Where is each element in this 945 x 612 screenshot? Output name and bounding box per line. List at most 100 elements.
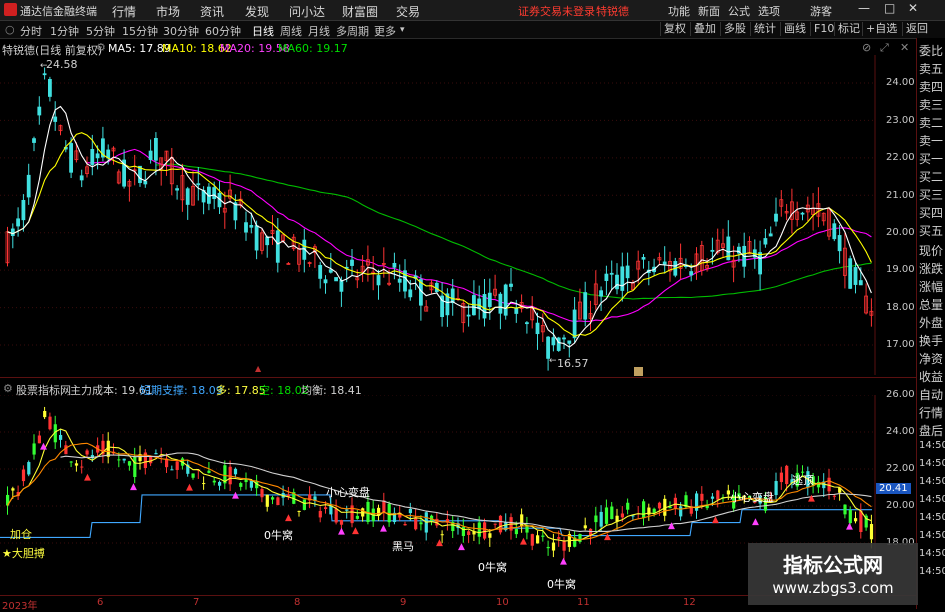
overlay-button[interactable]: 叠加 [690,22,719,36]
login-warning[interactable]: 证券交易未登录 [518,3,595,19]
indicator-candle-body [710,496,715,499]
candle-body [503,284,508,316]
candle-body [572,309,577,339]
menu-item-wealth-circle[interactable]: 财富圈 [342,3,378,20]
tab-period-30min[interactable]: 30分钟 [163,23,199,39]
indicator-candle-body [483,522,487,539]
panel-time: 14:50 [919,458,945,469]
minimize-icon[interactable]: — [858,1,870,15]
close-icon[interactable]: ✕ [908,1,918,15]
panel-item-buy2[interactable]: 买二 [919,168,943,185]
draw-line-button[interactable]: 画线 [780,22,809,36]
indicator-candle-body [541,535,545,537]
indicator-candle-body [249,480,253,488]
indicator-candle-body [212,480,216,483]
candle-body [53,116,58,122]
panel-item-after-hours[interactable]: 盘后 [919,422,943,439]
menu-item-new-page[interactable]: 新面 [698,3,720,19]
menu-item-options[interactable]: 选项 [758,3,780,19]
tab-period-daily[interactable]: 日线 [252,23,274,39]
multi-stock-button[interactable]: 多股 [720,22,749,36]
panel-item-buy1[interactable]: 买一 [919,150,943,167]
tab-period-1min[interactable]: 1分钟 [50,23,79,39]
panel-item-price[interactable]: 现价 [919,242,943,259]
indicator-candle-body [832,495,836,497]
candle-body [318,264,323,279]
candle-body [244,222,248,233]
menu-item-ask[interactable]: 问小达 [289,3,325,20]
add-watchlist-button[interactable]: +自选 [862,22,900,36]
menu-item-market-quotes[interactable]: 行情 [112,3,136,20]
indicator-candle-body [64,445,68,455]
panel-item-buy4[interactable]: 买四 [919,204,943,221]
quote-side-panel: 委比 卖五 卖四 卖三 卖二 卖一 买一 买二 买三 买四 买五 现价 涨跌 涨… [916,38,945,609]
tab-period-weekly[interactable]: 周线 [280,23,302,39]
indicator-candle-body [620,513,624,518]
panel-item-quote[interactable]: 行情 [919,404,943,421]
indicator-candle-body [536,535,540,544]
candle-body [376,275,381,286]
menu-item-formula[interactable]: 公式 [728,3,750,19]
panel-item-sell5[interactable]: 卖五 [919,60,943,77]
candle-body [535,322,540,335]
panel-item-buy5[interactable]: 买五 [919,222,943,239]
candle-body [265,236,270,246]
tab-period-monthly[interactable]: 月线 [308,23,330,39]
panel-item-order-ratio[interactable]: 委比 [919,42,943,59]
menu-item-function[interactable]: 功能 [668,3,690,19]
adjust-button[interactable]: 复权 [660,22,689,36]
menu-item-discover[interactable]: 发现 [245,3,269,20]
watermark-box: 指标公式网 www.zbgs3.com [748,543,918,605]
settings-gear-icon[interactable]: ⚙ [96,41,106,54]
close-panel-icon[interactable]: ✕ [900,41,909,54]
panel-item-sell4[interactable]: 卖四 [919,78,943,95]
candle-body [858,280,863,286]
tab-period-multi[interactable]: 多周期 [336,23,369,39]
panel-item-net-assets[interactable]: 净资 [919,350,943,367]
candle-body [641,257,646,260]
panel-item-sell2[interactable]: 卖二 [919,114,943,131]
zoom-toggle-icon[interactable]: ⊘ [862,41,871,54]
panel-item-volume[interactable]: 总量 [919,296,943,313]
indicator-gear-icon[interactable]: ⚙ [3,382,13,395]
candle-body [604,273,609,281]
maximize-icon[interactable]: □ [884,1,895,15]
back-button[interactable]: 返回 [902,22,931,36]
menu-item-market[interactable]: 市场 [156,3,180,20]
expand-icon[interactable]: ⤢ [880,41,889,55]
indicator-candle-body [610,506,614,520]
stock-tag[interactable]: 特锐德 [596,3,629,19]
indicator-candle-body [461,526,465,536]
panel-item-buy3[interactable]: 买三 [919,186,943,203]
tab-period-more[interactable]: 更多 [374,23,396,39]
indicator-candle-body [334,508,338,523]
indicator-candle-body [149,456,153,464]
panel-item-sell1[interactable]: 卖一 [919,132,943,149]
candle-body [408,289,413,298]
panel-item-sell3[interactable]: 卖三 [919,96,943,113]
panel-item-outer[interactable]: 外盘 [919,314,943,331]
panel-item-change-pct[interactable]: 涨幅 [919,278,943,295]
menu-item-trade[interactable]: 交易 [396,3,420,20]
mark-button[interactable]: 标记 [834,22,863,36]
more-chevron-icon[interactable]: ▾ [400,25,405,35]
tab-period-intraday[interactable]: 分时 [20,23,42,39]
candle-body [450,288,455,304]
tab-period-15min[interactable]: 15分钟 [122,23,158,39]
guest-user[interactable]: 游客 [810,3,832,19]
note-marker-icon[interactable] [634,367,643,376]
panel-item-turnover[interactable]: 换手 [919,332,943,349]
tab-period-60min[interactable]: 60分钟 [205,23,241,39]
candle-body [212,187,217,200]
candle-body [392,262,397,268]
tab-period-5min[interactable]: 5分钟 [86,23,115,39]
statistics-button[interactable]: 统计 [750,22,779,36]
panel-item-earnings[interactable]: 收益 [919,368,943,385]
panel-item-auto[interactable]: 自动 [919,386,943,403]
ma60-label: MA60: 19.17 [278,42,348,55]
menu-item-news[interactable]: 资讯 [200,3,224,20]
price-chart[interactable] [0,55,916,375]
panel-item-change[interactable]: 涨跌 [919,260,943,277]
panel-time: 14:50 [919,548,945,559]
indicator-candle-body [133,456,137,477]
